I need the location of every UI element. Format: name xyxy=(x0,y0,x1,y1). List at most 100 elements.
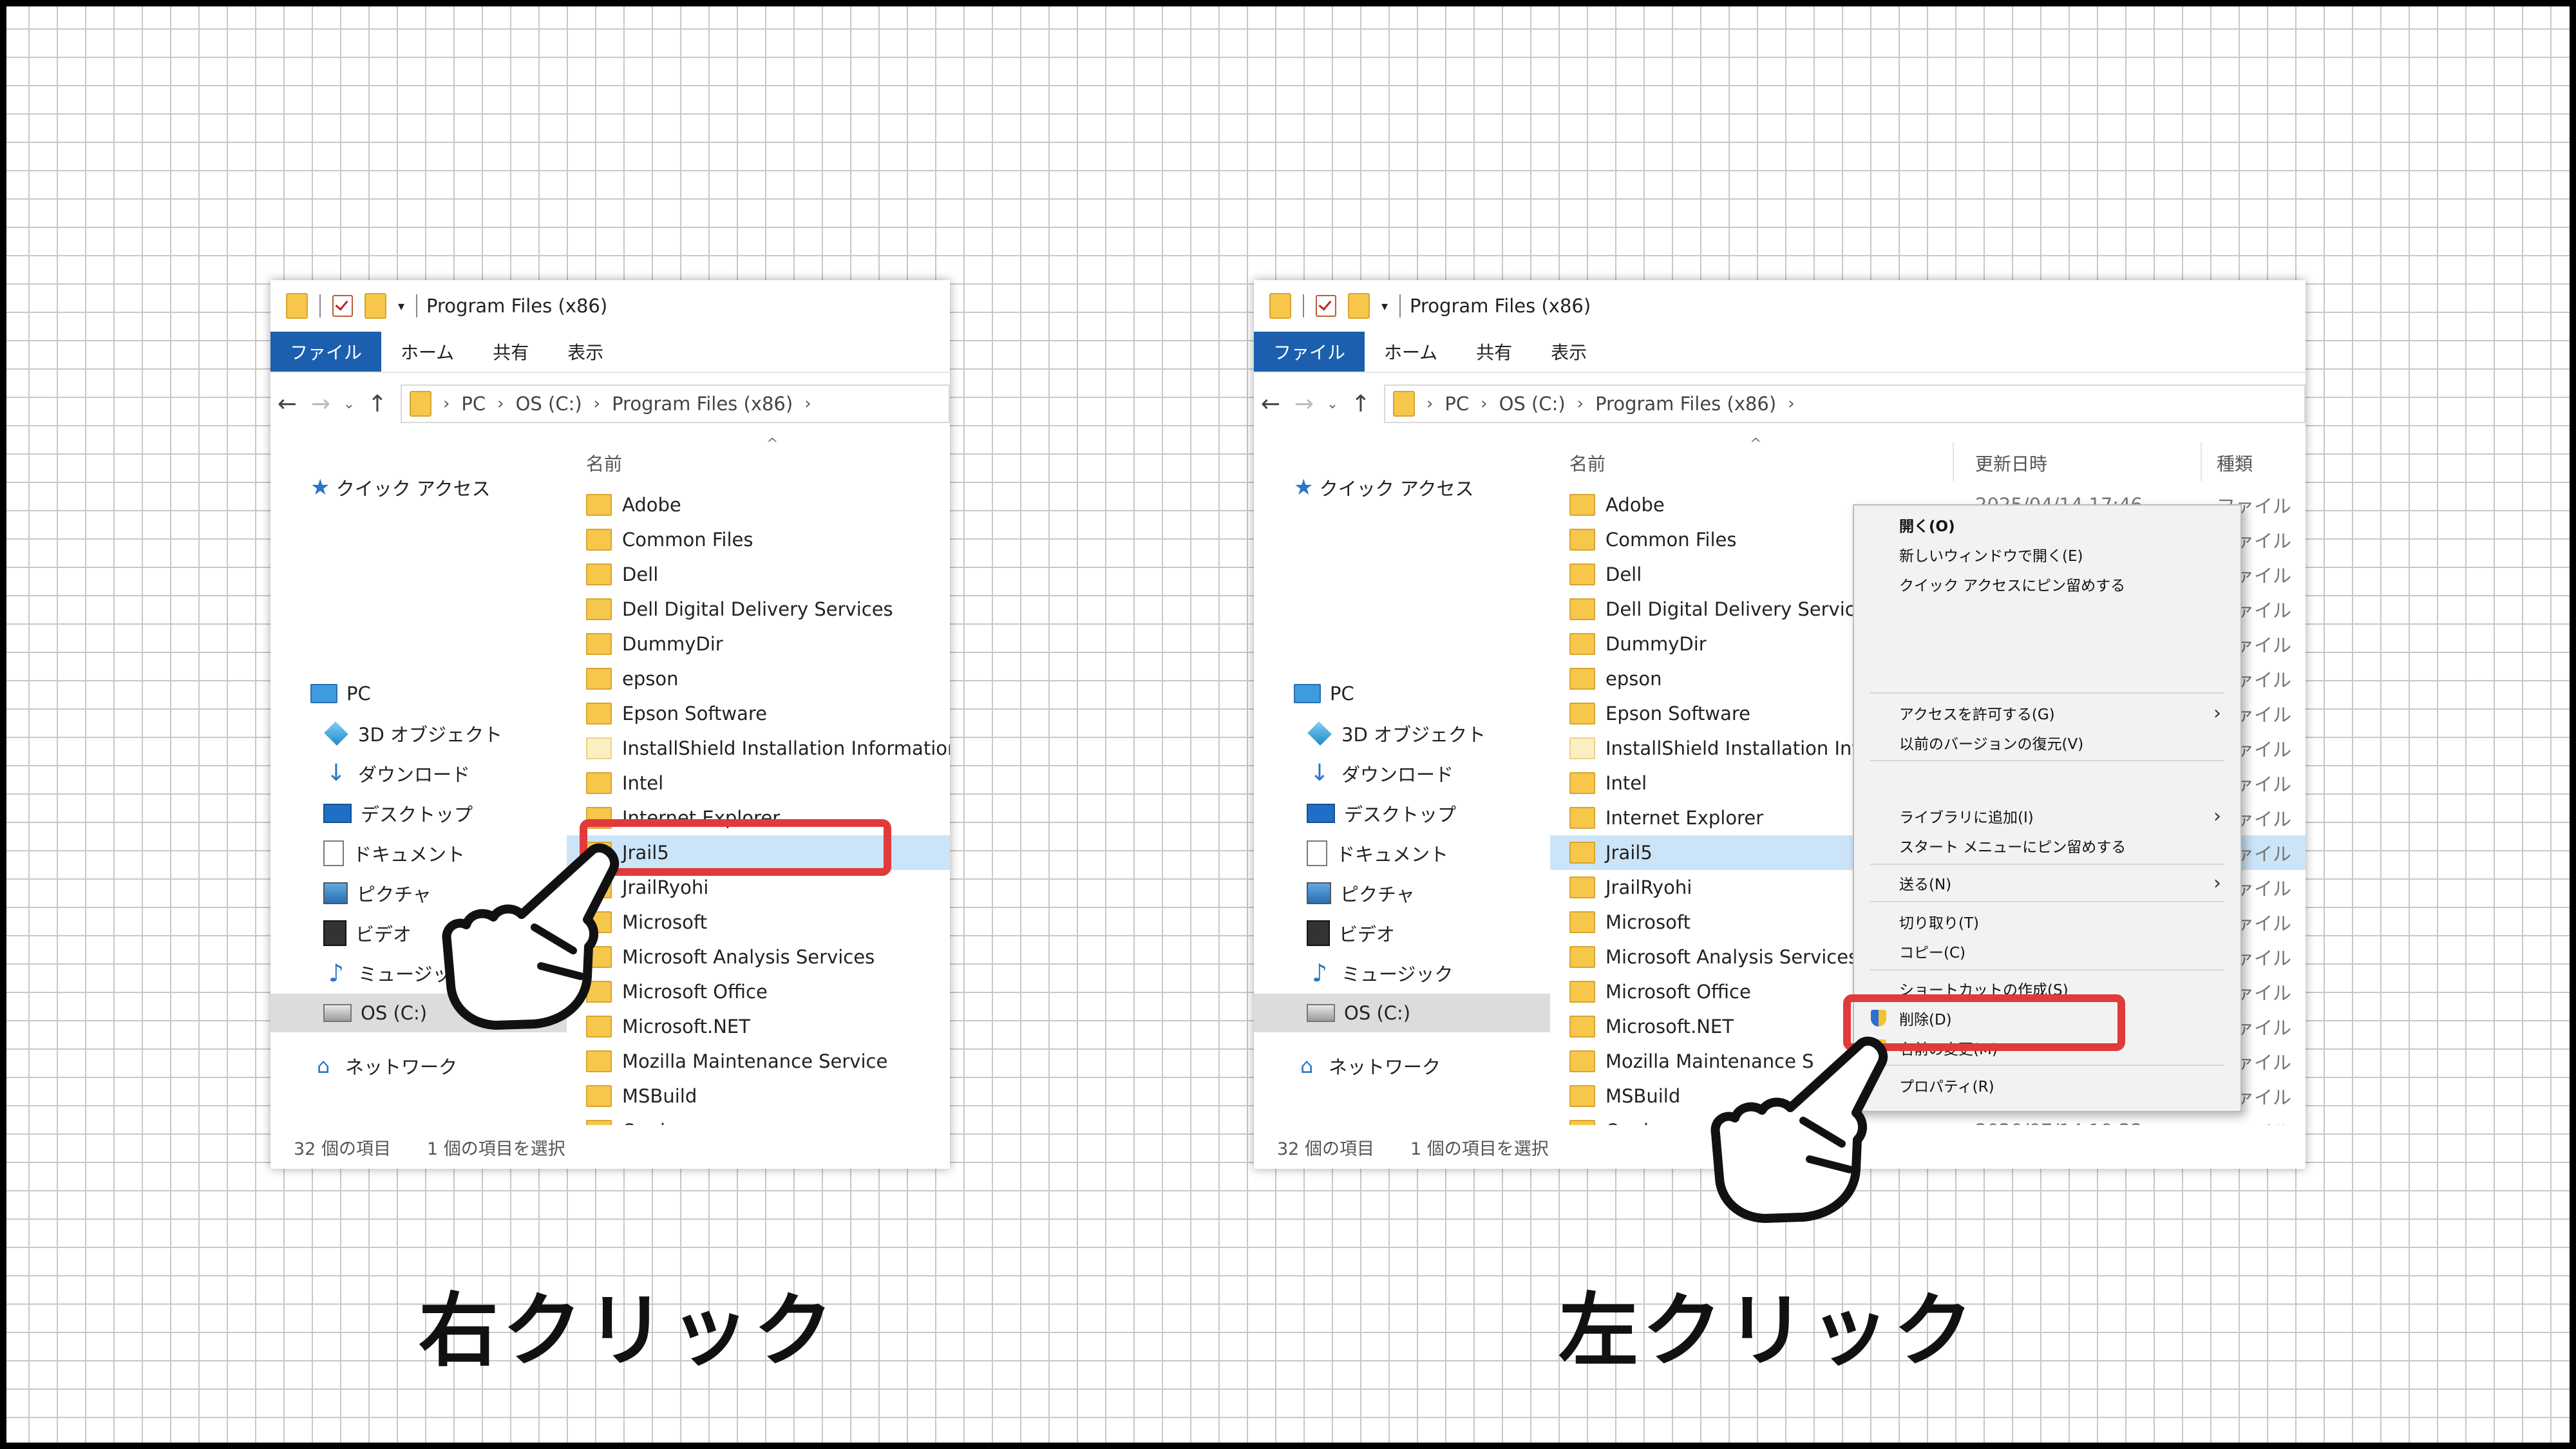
nav-pictures[interactable]: ピクチャ xyxy=(1254,874,1550,913)
folder-icon xyxy=(1569,1120,1595,1125)
address-bar[interactable]: › PC › OS (C:) › Program Files (x86) › xyxy=(1384,384,2306,423)
breadcrumb-os[interactable]: OS (C:) xyxy=(1499,393,1566,415)
tab-file[interactable]: ファイル xyxy=(270,332,382,372)
sort-ascending-icon: ^ xyxy=(1750,436,1762,452)
selected-count: 1 個の項目を選択 xyxy=(1410,1139,1549,1159)
music-icon: ♪ xyxy=(328,959,345,987)
list-item[interactable]: Intel xyxy=(567,766,950,800)
new-folder-icon[interactable] xyxy=(1348,293,1370,319)
list-item[interactable]: Qualcomm2020/07/14 10:22ファイル xyxy=(1550,1113,2306,1125)
nav-desktop[interactable]: デスクトップ xyxy=(1254,794,1550,833)
column-name[interactable]: 名前 xyxy=(1569,450,1605,476)
menu-item-pin-quick-access[interactable]: クイック アクセスにピン留めする xyxy=(1899,571,2221,597)
nav-pc[interactable]: PC xyxy=(270,674,567,713)
nav-desktop[interactable]: デスクトップ xyxy=(270,794,567,833)
back-arrow-icon[interactable]: ← xyxy=(270,391,304,417)
folder-icon xyxy=(1569,981,1595,1003)
list-item[interactable]: epson xyxy=(567,661,950,696)
tab-file[interactable]: ファイル xyxy=(1254,332,1365,372)
folder-icon xyxy=(586,703,612,724)
tab-share[interactable]: 共有 xyxy=(1457,332,1531,372)
nav-documents[interactable]: ドキュメント xyxy=(1254,834,1550,873)
dropdown-icon[interactable]: ▾ xyxy=(398,298,404,314)
list-item[interactable]: Adobe xyxy=(567,488,950,522)
list-item[interactable]: Dell xyxy=(567,557,950,592)
breadcrumb-os[interactable]: OS (C:) xyxy=(516,393,582,415)
list-item[interactable]: Qualcomm xyxy=(567,1113,950,1125)
nav-network[interactable]: ⌂ ネットワーク xyxy=(270,1046,567,1085)
properties-check-icon[interactable] xyxy=(332,295,353,317)
menu-item-send-to[interactable]: 送る(N) › xyxy=(1899,870,2221,896)
menu-item-pin-start[interactable]: スタート メニューにピン留めする xyxy=(1899,833,2221,858)
folder-icon xyxy=(586,529,612,551)
breadcrumb-program-files[interactable]: Program Files (x86) xyxy=(1595,393,1776,415)
list-item[interactable]: Epson Software xyxy=(567,696,950,731)
menu-item-restore-versions[interactable]: 以前のバージョンの復元(V) xyxy=(1899,730,2221,755)
hidden-folder-icon xyxy=(586,737,612,759)
ribbon-tabs: ファイル ホーム 共有 表示 xyxy=(270,332,950,373)
ribbon-tabs: ファイル ホーム 共有 表示 xyxy=(1254,332,2306,373)
music-icon: ♪ xyxy=(1311,959,1328,987)
video-icon xyxy=(323,920,346,946)
nav-music[interactable]: ♪ ミュージック xyxy=(1254,954,1550,992)
nav-videos[interactable]: ビデオ xyxy=(1254,914,1550,952)
navigation-pane: ★ クイック アクセス PC 3D オブジェクト ↓ ダウンロード デスクトップ … xyxy=(1254,436,1550,1125)
new-folder-icon[interactable] xyxy=(365,293,386,319)
pointing-hand-icon xyxy=(1710,1036,1888,1223)
tab-view[interactable]: 表示 xyxy=(548,332,623,372)
menu-item-cut[interactable]: 切り取り(T) xyxy=(1899,909,2221,934)
3d-objects-icon xyxy=(324,721,348,746)
nav-os-drive[interactable]: OS (C:) xyxy=(1254,994,1550,1032)
drive-icon xyxy=(323,1004,352,1022)
tab-home[interactable]: ホーム xyxy=(381,332,473,372)
address-bar[interactable]: › PC › OS (C:) › Program Files (x86) › xyxy=(401,384,950,423)
list-item[interactable]: DummyDir xyxy=(567,627,950,661)
breadcrumb-pc[interactable]: PC xyxy=(1444,393,1469,415)
tab-view[interactable]: 表示 xyxy=(1531,332,1606,372)
nav-downloads[interactable]: ↓ ダウンロード xyxy=(270,754,567,793)
menu-item-open-new-window[interactable]: 新しいウィンドウで開く(E) xyxy=(1899,542,2221,567)
folder-icon xyxy=(1569,598,1595,620)
menu-item-open[interactable]: 開く(O) xyxy=(1899,512,2221,538)
dropdown-icon[interactable]: ▾ xyxy=(1381,298,1388,314)
nav-quick-access[interactable]: ★ クイック アクセス xyxy=(270,468,567,507)
menu-item-add-library[interactable]: ライブラリに追加(I) › xyxy=(1899,803,2221,829)
menu-item-properties[interactable]: プロパティ(R) xyxy=(1899,1072,2221,1098)
3d-objects-icon xyxy=(1307,721,1332,746)
title-bar: ▾ Program Files (x86) xyxy=(270,280,950,332)
sort-ascending-icon: ^ xyxy=(766,436,779,452)
properties-check-icon[interactable] xyxy=(1316,295,1336,317)
column-name[interactable]: 名前 xyxy=(586,450,622,476)
breadcrumb-program-files[interactable]: Program Files (x86) xyxy=(612,393,793,415)
menu-item-copy[interactable]: コピー(C) xyxy=(1899,938,2221,964)
date-cell: 2020/07/14 10:22 xyxy=(1975,1120,2143,1125)
list-item[interactable]: Mozilla Maintenance Service xyxy=(567,1044,950,1079)
folder-icon xyxy=(1569,911,1595,933)
recent-chevron-icon[interactable]: ⌄ xyxy=(1321,396,1344,412)
nav-3d-objects[interactable]: 3D オブジェクト xyxy=(270,714,567,753)
column-type[interactable]: 種類 xyxy=(2217,450,2253,476)
list-item[interactable]: InstallShield Installation Information xyxy=(567,731,950,766)
recent-chevron-icon[interactable]: ⌄ xyxy=(337,396,361,412)
folder-icon xyxy=(586,772,612,794)
nav-network[interactable]: ⌂ ネットワーク xyxy=(1254,1046,1550,1085)
column-date[interactable]: 更新日時 xyxy=(1975,450,2047,476)
tab-share[interactable]: 共有 xyxy=(473,332,548,372)
breadcrumb-pc[interactable]: PC xyxy=(461,393,486,415)
nav-downloads[interactable]: ↓ ダウンロード xyxy=(1254,754,1550,793)
list-item[interactable]: Dell Digital Delivery Services xyxy=(567,592,950,627)
back-arrow-icon[interactable]: ← xyxy=(1254,391,1287,417)
nav-3d-objects[interactable]: 3D オブジェクト xyxy=(1254,714,1550,753)
forward-arrow-icon[interactable]: → xyxy=(1287,391,1321,417)
forward-arrow-icon[interactable]: → xyxy=(304,391,337,417)
tab-home[interactable]: ホーム xyxy=(1365,332,1457,372)
list-item[interactable]: MSBuild xyxy=(567,1079,950,1113)
menu-item-give-access[interactable]: アクセスを許可する(G) › xyxy=(1899,700,2221,726)
up-arrow-icon[interactable]: ↑ xyxy=(361,391,394,417)
nav-quick-access[interactable]: ★ クイック アクセス xyxy=(1254,468,1550,507)
up-arrow-icon[interactable]: ↑ xyxy=(1344,391,1378,417)
network-icon: ⌂ xyxy=(1300,1054,1314,1078)
submenu-arrow-icon: › xyxy=(2213,871,2221,895)
list-item[interactable]: Common Files xyxy=(567,522,950,557)
nav-pc[interactable]: PC xyxy=(1254,674,1550,713)
